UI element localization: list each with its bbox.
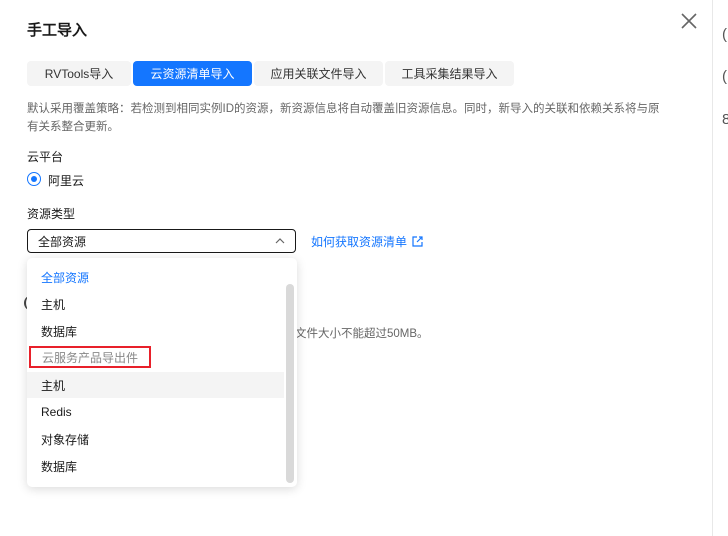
tab-tool-results[interactable]: 工具采集结果导入	[385, 61, 514, 86]
dropdown-scrollbar[interactable]	[286, 284, 294, 483]
radio-aliyun-label: 阿里云	[48, 174, 85, 188]
resource-type-label: 资源类型	[27, 207, 76, 221]
resource-type-dropdown: 全部资源 主机 数据库 云服务产品导出件 主机 Redis 对象存储 数据库	[27, 258, 297, 487]
dropdown-item[interactable]: 对象存储	[27, 426, 284, 452]
dropdown-item[interactable]: Redis	[27, 399, 284, 425]
dropdown-item[interactable]: 全部资源	[27, 264, 284, 290]
dialog-title: 手工导入	[27, 22, 88, 39]
how-to-get-list-link[interactable]: 如何获取资源清单	[311, 233, 423, 250]
radio-aliyun[interactable]	[27, 172, 41, 186]
edge-fragment: 8	[722, 111, 728, 128]
close-icon[interactable]	[680, 12, 698, 30]
description: 默认采用覆盖策略：若检测到相同实例ID的资源，新资源信息将自动覆盖旧资源信息。同…	[27, 103, 660, 133]
dropdown-item[interactable]: 数据库	[27, 453, 284, 479]
resource-type-select[interactable]: 全部资源	[27, 229, 296, 253]
tab-rvtools[interactable]: RVTools导入	[27, 61, 131, 86]
dropdown-item[interactable]: 主机	[27, 372, 284, 398]
panel-divider	[712, 0, 713, 536]
tab-cloud-resource-list[interactable]: 云资源清单导入	[133, 61, 252, 86]
dropdown-item[interactable]: 主机	[27, 291, 284, 317]
select-value: 全部资源	[38, 234, 87, 249]
edge-fragment: (	[722, 68, 727, 85]
external-link-icon	[412, 236, 423, 247]
file-size-hint: 文件大小不能超过50MB。	[295, 328, 429, 340]
link-text[interactable]: 如何获取资源清单	[311, 233, 407, 250]
edge-fragment: (	[722, 26, 727, 43]
chevron-up-icon	[275, 238, 285, 244]
tab-app-association[interactable]: 应用关联文件导入	[254, 61, 383, 86]
dropdown-group-label: 云服务产品导出件	[29, 346, 152, 368]
platform-label: 云平台	[27, 150, 64, 164]
dropdown-item[interactable]: 数据库	[27, 318, 284, 344]
